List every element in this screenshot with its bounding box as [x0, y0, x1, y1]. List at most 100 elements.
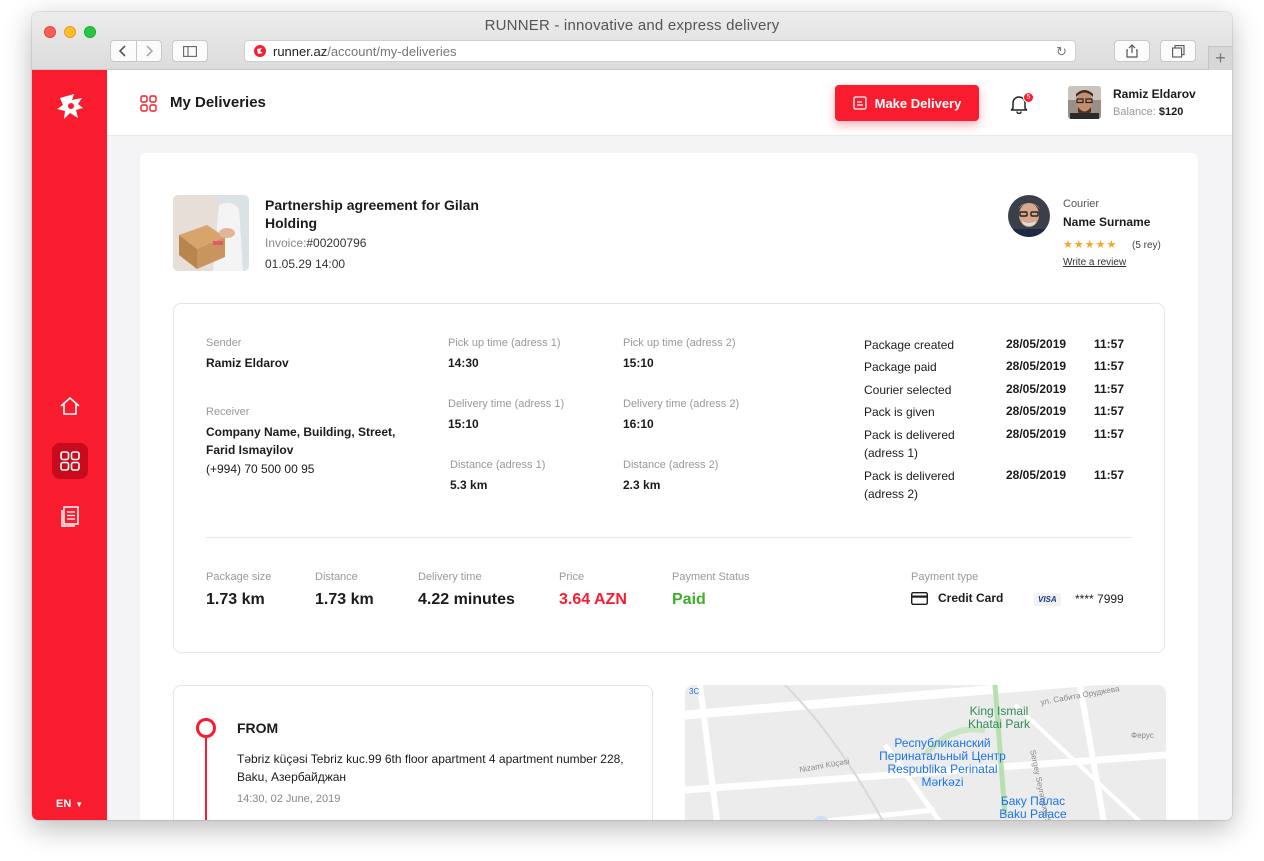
delivery-time-value: 4.22 minutes: [418, 591, 515, 608]
delivery-time-label: Delivery time: [418, 571, 482, 583]
timeline-time: 11:57: [1094, 427, 1125, 441]
timeline-label: Package paid: [864, 360, 937, 374]
delivery-detail-card: Partnership agreement for Gilan Holding …: [140, 153, 1198, 820]
url-path: /account/my-deliveries: [327, 43, 457, 59]
map-edge-label: 3C: [689, 687, 700, 696]
details-divider: [206, 537, 1132, 538]
pickup2-label: Pick up time (adress 2): [623, 337, 736, 349]
timeline-date: 28/05/2019: [1006, 427, 1067, 441]
invoice-number: #00200796: [306, 236, 367, 250]
chevron-left-icon: [119, 45, 126, 57]
receiver-name: Company Name, Building, Street, Farid Is…: [206, 425, 396, 457]
sidebar-icon: [183, 45, 197, 57]
courier-avatar: [1008, 195, 1050, 237]
sidebar-item-home[interactable]: [52, 388, 88, 424]
show-tabs-button[interactable]: [1160, 40, 1196, 62]
payment-type-label: Payment type: [911, 571, 979, 583]
sidebar-item-deliveries[interactable]: [52, 443, 88, 479]
share-icon: [1126, 44, 1138, 58]
new-tab-button[interactable]: +: [1208, 46, 1232, 70]
visa-logo: VISA: [1034, 593, 1061, 606]
courier-photo-icon: [1008, 195, 1050, 237]
route-line: [205, 738, 207, 820]
distance2-label: Distance (adress 2): [623, 459, 719, 471]
site-favicon-icon: [254, 45, 266, 57]
share-button[interactable]: [1114, 40, 1150, 62]
timeline-label: Pack is given: [864, 405, 935, 419]
user-name: Ramiz Eldarov: [1113, 87, 1196, 101]
distance-value: 1.73 km: [315, 591, 374, 608]
map-street-label: Ферус: [1131, 731, 1154, 740]
payment-type: Credit Card: [911, 591, 1003, 605]
reload-icon[interactable]: ↻: [1056, 44, 1067, 60]
make-delivery-button[interactable]: Make Delivery: [835, 85, 979, 121]
distance1-label: Distance (adress 1): [450, 459, 546, 471]
invoice-label: Invoice:: [265, 236, 307, 250]
history-nav: [110, 40, 162, 62]
balance-label: Balance:: [1113, 106, 1156, 118]
timeline-date: 28/05/2019: [1006, 359, 1067, 373]
order-date: 01.05.29 14:00: [265, 257, 346, 271]
payment-status-value: Paid: [672, 591, 706, 608]
browser-window: RUNNER - innovative and express delivery…: [32, 12, 1232, 820]
runner-logo-icon[interactable]: [52, 88, 88, 124]
timeline-label: Pack is delivered (adress 1): [864, 428, 955, 460]
route-start-marker: [196, 718, 216, 738]
tabs-icon: [1171, 44, 1185, 58]
delivery-form-icon: [852, 96, 867, 110]
page-title: My Deliveries: [170, 94, 266, 111]
user-balance: Balance: $120: [1113, 106, 1183, 118]
timeline-date: 28/05/2019: [1006, 468, 1067, 482]
caret-down-icon: ▼: [75, 799, 84, 809]
url-domain: runner.az: [273, 43, 328, 59]
receiver-phone: (+994) 70 500 00 95: [206, 462, 315, 476]
map-park-label: King Ismail Khatai Park: [967, 704, 1031, 731]
courier-name: Name Surname: [1063, 215, 1151, 229]
timeline-label: Courier selected: [864, 383, 952, 397]
pickup1-value: 14:30: [448, 356, 479, 370]
payment-status-label: Payment Status: [672, 571, 750, 583]
show-sidebar-button[interactable]: [172, 40, 208, 62]
delivery1-label: Delivery time (adress 1): [448, 398, 565, 410]
language-label: EN: [56, 798, 72, 810]
sidebar-item-documents[interactable]: [52, 498, 88, 534]
address-bar[interactable]: runner.az/account/my-deliveries ↻: [244, 40, 1076, 62]
back-button[interactable]: [111, 41, 136, 61]
window-title: RUNNER - innovative and express delivery: [484, 17, 780, 34]
sender-label: Sender: [206, 337, 242, 349]
map-hotel-label: Баку Палас Baku Palace: [999, 794, 1067, 821]
map-hospital-label: Республиканский Перинатальный Центр Resp…: [879, 736, 1006, 789]
timeline-time: 11:57: [1094, 359, 1125, 373]
distance-label: Distance: [315, 571, 358, 583]
delivery2-label: Delivery time (adress 2): [623, 398, 740, 410]
app-sidebar: EN ▼: [32, 70, 107, 820]
delivery-details-panel: Sender Ramiz Eldarov Receiver Company Na…: [173, 303, 1165, 653]
language-selector[interactable]: EN ▼: [56, 798, 83, 810]
timeline-date: 28/05/2019: [1006, 337, 1067, 351]
balance-value: $120: [1158, 106, 1184, 118]
order-title: Partnership agreement for Gilan Holding: [265, 197, 479, 231]
write-review-link[interactable]: Write a review: [1063, 257, 1126, 268]
package-size-value: 1.73 km: [206, 591, 265, 608]
from-time: 14:30, 02 June, 2019: [237, 793, 341, 805]
route-map[interactable]: 3C ул. Сабита Оруджева Nizami Küçəsi Ser…: [685, 685, 1166, 820]
delivery1-value: 15:10: [448, 417, 479, 431]
user-photo-icon: [1068, 86, 1101, 119]
timeline-label: Pack is delivered (adress 2): [864, 469, 955, 501]
courier-rating-count: (5 rey): [1132, 240, 1161, 251]
invoice: Invoice:#00200796: [265, 236, 366, 250]
timeline-time: 11:57: [1094, 337, 1125, 351]
make-delivery-label: Make Delivery: [874, 95, 962, 111]
user-avatar[interactable]: [1068, 86, 1101, 119]
app-header: My Deliveries Make Delivery 5 Ramiz Elda…: [107, 70, 1232, 136]
document-icon: [61, 506, 79, 527]
price-value: 3.64 AZN: [559, 591, 627, 608]
package-size-label: Package size: [206, 571, 272, 583]
browser-toolbar: RUNNER - innovative and express delivery…: [32, 12, 1232, 70]
delivery2-value: 16:10: [623, 417, 654, 431]
forward-button[interactable]: [135, 41, 162, 61]
notification-badge: 5: [1023, 92, 1034, 103]
pickup1-label: Pick up time (adress 1): [448, 337, 561, 349]
grid-icon: [60, 451, 80, 471]
package-photo-icon: [173, 195, 249, 271]
